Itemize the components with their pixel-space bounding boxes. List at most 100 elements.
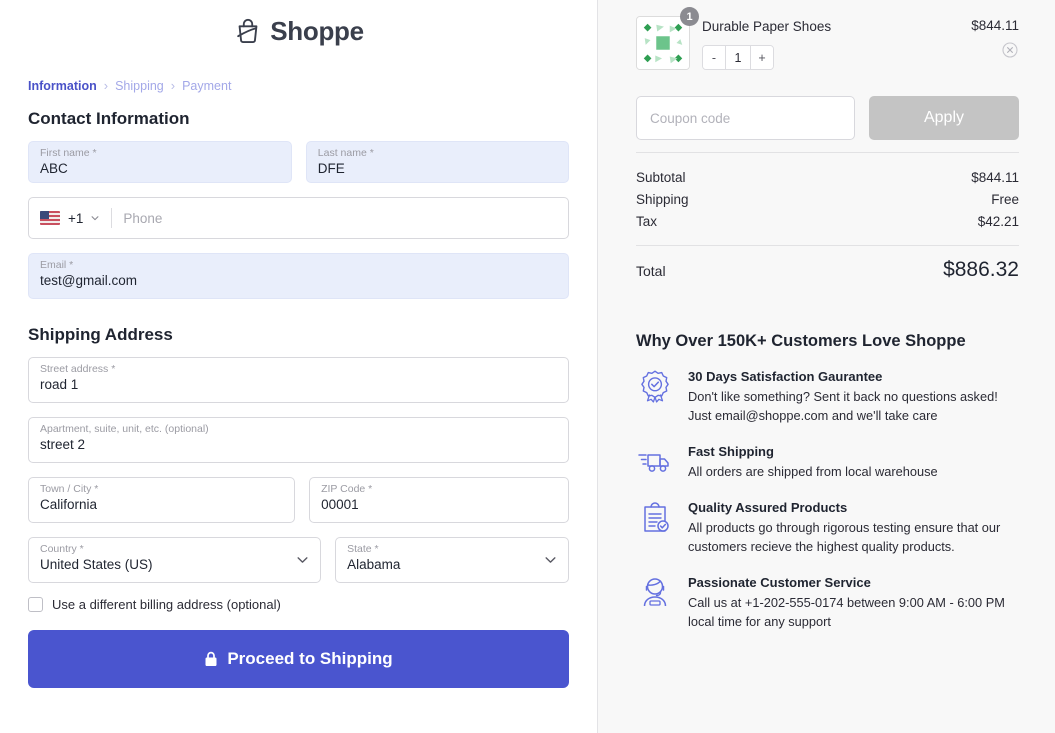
phone-input[interactable]: Phone xyxy=(123,211,162,226)
total-value: $886.32 xyxy=(943,258,1019,281)
phone-divider xyxy=(111,208,113,228)
last-name-value: DFE xyxy=(317,161,345,176)
state-select[interactable]: State * Alabama xyxy=(335,537,569,583)
benefit-title: Quality Assured Products xyxy=(688,500,848,515)
quantity-stepper: - 1 + xyxy=(702,45,774,70)
shipping-address-heading: Shipping Address xyxy=(28,325,173,344)
benefit-item: Quality Assured Products All products go… xyxy=(636,498,1019,556)
name-field-row: First name * ABC Last name * DFE xyxy=(28,141,569,183)
zip-code-value: 00001 xyxy=(321,497,359,512)
coupon-row: Apply xyxy=(636,96,1019,140)
apply-coupon-button[interactable]: Apply xyxy=(869,96,1019,140)
benefit-title: Passionate Customer Service xyxy=(688,575,871,590)
zip-code-field[interactable]: ZIP Code * 00001 xyxy=(309,477,569,523)
headset-support-icon xyxy=(643,578,667,607)
contact-information-heading: Contact Information xyxy=(28,109,190,128)
apartment-field[interactable]: Apartment, suite, unit, etc. (optional) … xyxy=(28,417,569,463)
email-value: test@gmail.com xyxy=(40,273,137,288)
cart-item-right: $844.11 xyxy=(971,16,1019,58)
first-name-field[interactable]: First name * ABC xyxy=(28,141,292,183)
benefit-body: Quality Assured Products All products go… xyxy=(688,498,1019,556)
checkout-page: Shoppe Information › Shipping › Payment … xyxy=(0,0,1055,733)
city-field[interactable]: Town / City * California xyxy=(28,477,296,523)
breadcrumb-step-information[interactable]: Information xyxy=(28,79,97,93)
state-label: State * xyxy=(347,543,379,555)
clipboard-check-icon xyxy=(644,502,669,532)
last-name-field[interactable]: Last name * DFE xyxy=(305,141,569,183)
shipping-value: Free xyxy=(991,192,1019,207)
truck-icon xyxy=(638,454,669,472)
coupon-input[interactable] xyxy=(636,96,855,140)
quantity-input[interactable]: 1 xyxy=(725,46,751,69)
benefit-body: 30 Days Satisfaction Gaurantee Don't lik… xyxy=(688,367,1019,425)
cart-item-details: Durable Paper Shoes - 1 + xyxy=(702,16,959,70)
apartment-label: Apartment, suite, unit, etc. (optional) xyxy=(40,423,209,435)
benefit-description: All orders are shipped from local wareho… xyxy=(688,464,938,479)
street-address-label: Street address * xyxy=(40,363,116,375)
proceed-to-shipping-button[interactable]: Proceed to Shipping xyxy=(28,630,569,688)
chevron-down-icon xyxy=(545,557,556,563)
shipping-label: Shipping xyxy=(636,192,689,207)
quantity-increment-button[interactable]: + xyxy=(751,46,773,69)
total-label: Total xyxy=(636,263,666,279)
subtotal-row: Subtotal $844.11 xyxy=(636,167,1019,189)
city-value: California xyxy=(40,497,98,512)
benefit-body: Passionate Customer Service Call us at +… xyxy=(688,573,1019,631)
breadcrumb: Information › Shipping › Payment xyxy=(28,78,569,93)
brand-logo[interactable]: Shoppe xyxy=(28,0,569,62)
first-name-value: ABC xyxy=(40,161,68,176)
why-shoppe-heading: Why Over 150K+ Customers Love Shoppe xyxy=(636,332,966,350)
benefit-item: Passionate Customer Service Call us at +… xyxy=(636,573,1019,631)
breadcrumb-step-payment[interactable]: Payment xyxy=(182,79,231,93)
shipping-row: Shipping Free xyxy=(636,189,1019,211)
benefit-title: Fast Shipping xyxy=(688,444,774,459)
subtotal-value: $844.11 xyxy=(971,170,1019,185)
state-value: Alabama xyxy=(347,557,401,572)
benefit-description: Call us at +1-202-555-0174 between 9:00 … xyxy=(688,595,1005,629)
order-totals: Subtotal $844.11 Shipping Free Tax $42.2… xyxy=(636,167,1019,282)
country-state-field-row: Country * United States (US) State * Ala… xyxy=(28,537,569,583)
apartment-field-row: Apartment, suite, unit, etc. (optional) … xyxy=(28,417,569,463)
zip-code-label: ZIP Code * xyxy=(321,483,373,495)
tax-label: Tax xyxy=(636,214,658,229)
phone-field[interactable]: +1 Phone xyxy=(28,197,569,239)
tax-value: $42.21 xyxy=(977,214,1019,229)
cart-item-price: $844.11 xyxy=(971,18,1019,33)
tax-row: Tax $42.21 xyxy=(636,211,1019,233)
street-address-value: road 1 xyxy=(40,377,79,392)
us-flag-icon xyxy=(40,211,60,225)
lock-icon xyxy=(205,651,217,666)
street-address-field[interactable]: Street address * road 1 xyxy=(28,357,569,403)
cart-quantity-badge: 1 xyxy=(680,7,699,26)
breadcrumb-step-shipping[interactable]: Shipping xyxy=(115,79,164,93)
cart-item-name: Durable Paper Shoes xyxy=(702,19,832,34)
cart-item-thumbnail-wrap: 1 xyxy=(636,7,699,70)
product-placeholder-icon[interactable] xyxy=(636,16,690,70)
billing-address-checkbox[interactable] xyxy=(28,597,43,612)
benefit-description: Don't like something? Sent it back no qu… xyxy=(688,389,998,423)
chevron-down-icon[interactable] xyxy=(90,213,100,223)
cart-item: 1 Durable Paper Shoes - 1 + $844.11 xyxy=(636,7,1019,70)
country-label: Country * xyxy=(40,543,84,555)
summary-divider-bottom xyxy=(636,245,1019,246)
proceed-button-label: Proceed to Shipping xyxy=(227,649,393,668)
city-label: Town / City * xyxy=(40,483,99,495)
email-label: Email * xyxy=(40,259,74,271)
order-summary-panel: 1 Durable Paper Shoes - 1 + $844.11 A xyxy=(598,0,1055,733)
benefit-title: 30 Days Satisfaction Gaurantee xyxy=(688,369,883,384)
benefit-description: All products go through rigorous testing… xyxy=(688,520,1001,554)
first-name-label: First name * xyxy=(40,147,97,159)
billing-address-checkbox-row[interactable]: Use a different billing address (optiona… xyxy=(28,597,569,612)
checkout-form-panel: Shoppe Information › Shipping › Payment … xyxy=(0,0,598,733)
close-circle-icon[interactable] xyxy=(1002,42,1018,58)
subtotal-label: Subtotal xyxy=(636,170,686,185)
billing-address-label: Use a different billing address (optiona… xyxy=(52,597,281,612)
country-value: United States (US) xyxy=(40,557,153,572)
award-badge-icon xyxy=(641,370,669,403)
quantity-decrement-button[interactable]: - xyxy=(703,46,725,69)
chevron-down-icon xyxy=(297,557,308,563)
country-select[interactable]: Country * United States (US) xyxy=(28,537,322,583)
street-field-row: Street address * road 1 xyxy=(28,357,569,403)
total-row: Total $886.32 xyxy=(636,258,1019,282)
email-field[interactable]: Email * test@gmail.com xyxy=(28,253,569,299)
